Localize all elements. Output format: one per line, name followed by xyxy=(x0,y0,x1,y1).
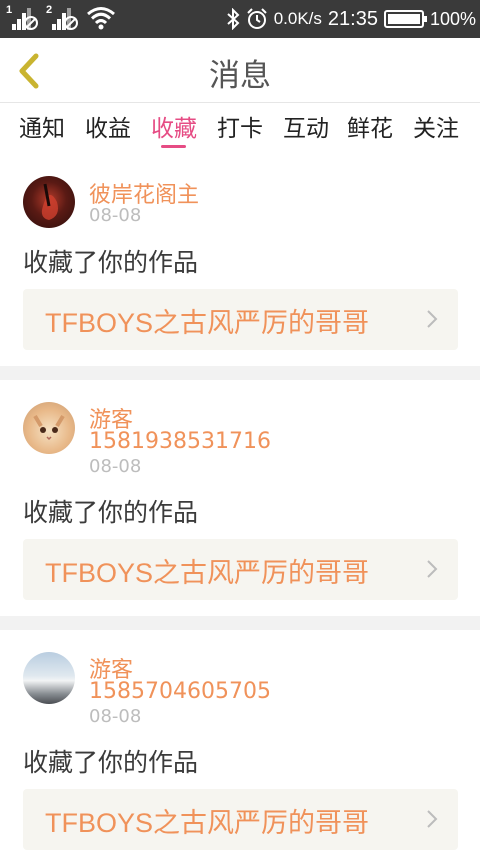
work-link[interactable]: TFBOYS之古风严厉的哥哥 xyxy=(23,539,458,600)
message-card: 彼岸花阁主 08-08 收藏了你的作品 TFBOYS之古风严厉的哥哥 xyxy=(0,150,480,366)
page-title: 消息 xyxy=(209,58,271,94)
tab-favorites[interactable]: 收藏 xyxy=(151,109,197,143)
status-bar: 1 2 0.0K/s 21:35 100% xyxy=(0,0,480,38)
avatar[interactable] xyxy=(23,652,75,704)
bluetooth-icon xyxy=(227,8,240,30)
card-divider xyxy=(0,366,480,380)
action-text: 收藏了你的作品 xyxy=(23,248,199,277)
tab-earnings[interactable]: 收益 xyxy=(85,109,131,143)
avatar[interactable] xyxy=(23,402,75,454)
work-link[interactable]: TFBOYS之古风严厉的哥哥 xyxy=(23,289,458,350)
avatar[interactable] xyxy=(23,176,75,228)
message-date: 08-08 xyxy=(89,706,142,727)
tab-interactions[interactable]: 互动 xyxy=(283,109,329,143)
chevron-right-icon xyxy=(427,560,438,578)
work-title: TFBOYS之古风严厉的哥哥 xyxy=(45,558,370,588)
sender-phone: 1581938531716 xyxy=(89,429,271,454)
message-card: 游客 1585704605705 08-08 收藏了你的作品 TFBOYS之古风… xyxy=(0,630,480,854)
tab-flowers[interactable]: 鲜花 xyxy=(347,109,393,143)
wifi-icon xyxy=(87,7,115,30)
card-divider xyxy=(0,616,480,630)
chevron-right-icon xyxy=(427,810,438,828)
battery-level: 100% xyxy=(429,8,476,29)
message-date: 08-08 xyxy=(89,456,142,477)
tab-bar: 通知 收益 收藏 打卡 互动 鲜花 关注 xyxy=(0,103,480,149)
work-link[interactable]: TFBOYS之古风严厉的哥哥 xyxy=(23,789,458,850)
network-speed: 0.0K/s xyxy=(273,9,322,28)
action-text: 收藏了你的作品 xyxy=(23,498,199,527)
action-text: 收藏了你的作品 xyxy=(23,748,199,777)
sender-phone: 1585704605705 xyxy=(89,679,271,704)
chevron-right-icon xyxy=(427,310,438,328)
message-date: 08-08 xyxy=(89,205,142,226)
alarm-icon xyxy=(246,8,267,29)
clock: 21:35 xyxy=(327,7,378,30)
tab-checkin[interactable]: 打卡 xyxy=(217,109,263,143)
tab-notifications[interactable]: 通知 xyxy=(19,109,65,143)
work-title: TFBOYS之古风严厉的哥哥 xyxy=(45,308,370,338)
work-title: TFBOYS之古风严厉的哥哥 xyxy=(45,808,370,838)
active-tab-indicator xyxy=(161,145,186,148)
message-card: 游客 1581938531716 08-08 收藏了你的作品 TFBOYS之古风… xyxy=(0,380,480,616)
app-header: 消息 xyxy=(0,38,480,103)
tab-follows[interactable]: 关注 xyxy=(413,109,459,143)
battery-icon xyxy=(383,10,427,28)
